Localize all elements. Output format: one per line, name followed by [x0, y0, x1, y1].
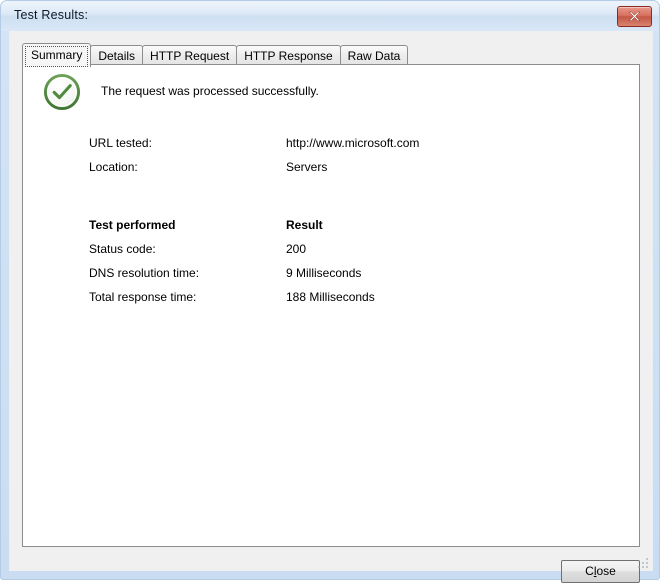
results-header-result: Result [286, 218, 323, 232]
dialog-body: Summary Details HTTP Request HTTP Respon… [9, 31, 653, 583]
status-message: The request was processed successfully. [101, 84, 319, 98]
result-label-dns-time: DNS resolution time: [89, 266, 200, 280]
info-label-location: Location: [89, 160, 138, 174]
tab-http-response[interactable]: HTTP Response [236, 45, 341, 66]
close-button-label-pre: C [585, 564, 594, 578]
tab-raw-data-label: Raw Data [347, 49, 401, 63]
result-value-dns-time: 9 Milliseconds [286, 266, 362, 280]
window-title: Test Results: [14, 8, 89, 22]
tab-summary-label: Summary [31, 48, 83, 62]
result-label-total-time: Total response time: [89, 290, 197, 304]
tab-http-response-label: HTTP Response [244, 49, 333, 63]
summary-info-grid: URL tested: http://www.microsoft.com Loc… [89, 136, 609, 314]
tab-http-request-label: HTTP Request [150, 49, 230, 63]
tab-details-label: Details [98, 49, 136, 63]
result-value-status-code: 200 [286, 242, 307, 256]
results-header-test-performed: Test performed [89, 218, 176, 232]
close-window-button[interactable] [617, 6, 652, 27]
tab-raw-data[interactable]: Raw Data [339, 45, 409, 66]
result-row-total-time: Total response time: 188 Milliseconds [89, 290, 609, 314]
tab-details[interactable]: Details [90, 45, 144, 66]
success-check-circle-icon [43, 73, 81, 111]
info-row-location: Location: Servers [89, 160, 609, 184]
resize-grip[interactable] [638, 558, 650, 570]
info-value-location: Servers [286, 160, 328, 174]
dialog-window: Test Results: Summary Details HTTP Reque… [0, 0, 660, 583]
grid-spacer [89, 184, 609, 218]
info-row-url: URL tested: http://www.microsoft.com [89, 136, 609, 160]
summary-tab-panel: The request was processed successfully. … [22, 64, 640, 547]
close-button-label: Close [585, 561, 616, 582]
tab-http-request[interactable]: HTTP Request [142, 45, 238, 66]
window-inner: Test Results: Summary Details HTTP Reque… [1, 1, 659, 583]
result-label-status-code: Status code: [89, 242, 156, 256]
results-header-row: Test performed Result [89, 218, 609, 242]
info-label-url: URL tested: [89, 136, 152, 150]
title-bar[interactable]: Test Results: [1, 1, 659, 31]
result-row-status-code: Status code: 200 [89, 242, 609, 266]
result-value-total-time: 188 Milliseconds [286, 290, 375, 304]
info-value-url: http://www.microsoft.com [286, 136, 420, 150]
result-row-dns-time: DNS resolution time: 9 Milliseconds [89, 266, 609, 290]
status-row: The request was processed successfully. [43, 73, 603, 113]
close-button-label-post: ose [596, 564, 616, 578]
tab-summary[interactable]: Summary [22, 43, 92, 67]
tab-strip: Summary Details HTTP Request HTTP Respon… [22, 43, 409, 67]
